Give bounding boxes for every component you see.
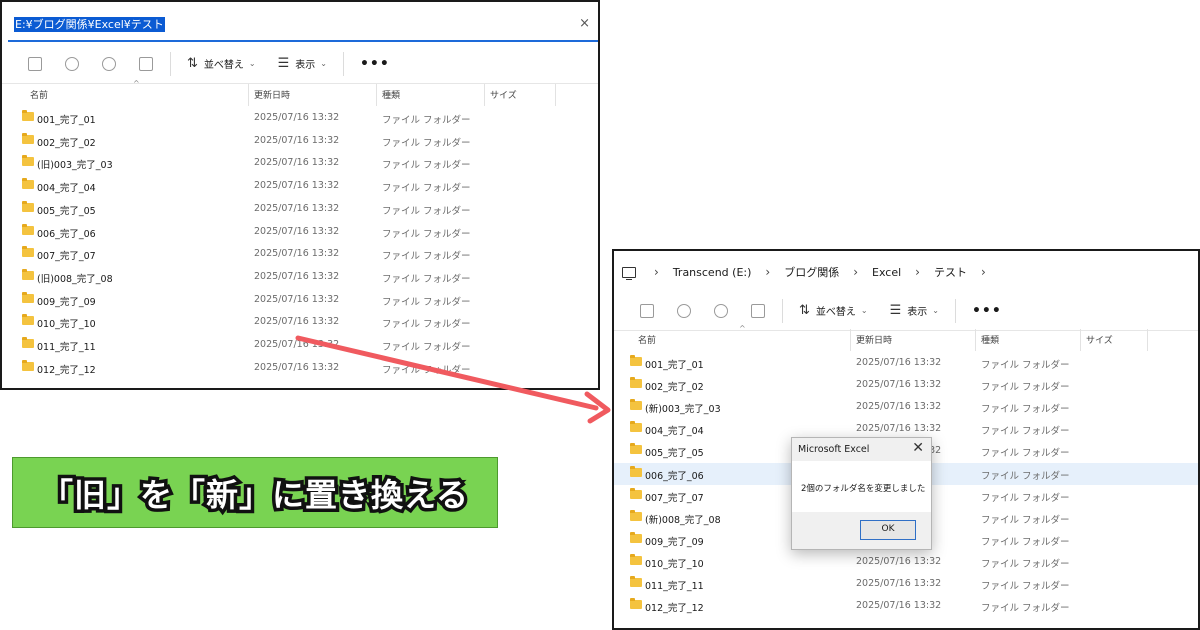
dialog-message: 2個のフォルダ名を変更しました bbox=[801, 484, 926, 494]
arrow-graphic bbox=[295, 335, 611, 424]
close-icon[interactable]: ✕ bbox=[912, 440, 924, 456]
caption-banner: 「旧」を「新」に置き換える bbox=[12, 457, 498, 528]
dialog-title: Microsoft Excel bbox=[798, 444, 870, 455]
caption-text: 「旧」を「新」に置き換える bbox=[37, 472, 471, 517]
ok-button[interactable]: OK bbox=[860, 520, 916, 540]
arrow-shaft bbox=[295, 335, 599, 411]
dialog-body: 2個のフォルダ名を変更しました bbox=[792, 461, 931, 512]
excel-message-dialog: Microsoft Excel ✕ 2個のフォルダ名を変更しました OK bbox=[791, 437, 932, 550]
